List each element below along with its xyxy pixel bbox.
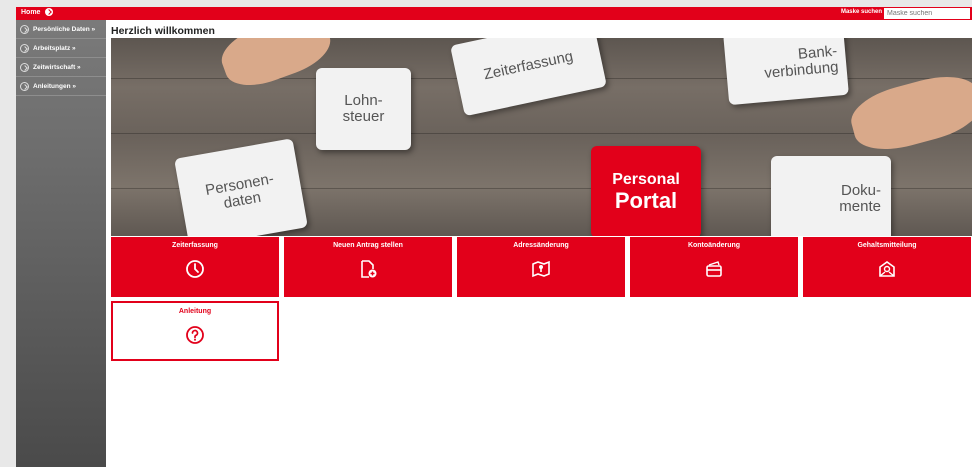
puzzle-text: Portal — [614, 187, 678, 213]
sidebar-item-anleitungen[interactable]: Anleitungen » — [16, 77, 106, 96]
chevron-circle-icon — [20, 24, 29, 34]
salary-envelope-icon — [879, 261, 895, 277]
puzzle-text: mente — [839, 197, 881, 215]
puzzle-text: Personal — [612, 170, 680, 188]
chevron-circle-icon — [20, 62, 29, 72]
hand-image — [845, 67, 972, 159]
tile-label: Neuen Antrag stellen — [333, 242, 403, 249]
home-link[interactable]: Home — [21, 8, 54, 16]
map-pin-icon — [532, 260, 550, 278]
puzzle-piece-zeiterfassung: Zeiterfassung — [450, 38, 607, 117]
tile-neuen-antrag[interactable]: Neuen Antrag stellen — [284, 237, 452, 297]
puzzle-piece-bankverbindung: Bank-verbindung — [723, 38, 849, 106]
sidebar-item-persoenliche-daten[interactable]: Persönliche Daten » — [16, 20, 106, 39]
sidebar-item-arbeitsplatz[interactable]: Arbeitsplatz » — [16, 39, 106, 58]
tile-label: Gehaltsmitteilung — [857, 242, 917, 249]
puzzle-text: verbindung — [763, 58, 840, 82]
tile-label: Zeiterfassung — [172, 242, 218, 249]
page-title: Herzlich willkommen — [111, 25, 215, 37]
puzzle-piece-personal-portal: Personal Portal — [591, 146, 701, 236]
tile-label: Adressänderung — [513, 242, 569, 249]
tile-kontoaenderung[interactable]: Kontoänderung — [630, 237, 798, 297]
top-bar: Home Maske suchen — [16, 7, 972, 20]
tile-gehaltsmitteilung[interactable]: Gehaltsmitteilung — [803, 237, 971, 297]
sidebar-item-label: Arbeitsplatz » — [33, 44, 76, 52]
main-content: Herzlich willkommen Lohn-steuer Zeiterfa… — [106, 20, 972, 467]
home-arrow-icon — [45, 8, 54, 16]
puzzle-text: Zeiterfassung — [482, 47, 575, 84]
tile-zeiterfassung[interactable]: Zeiterfassung — [111, 237, 279, 297]
help-icon — [186, 326, 204, 344]
tile-adressaenderung[interactable]: Adressänderung — [457, 237, 625, 297]
sidebar-item-zeitwirtschaft[interactable]: Zeitwirtschaft » — [16, 58, 106, 77]
sidebar-item-label: Anleitungen » — [33, 82, 76, 90]
sidebar-item-label: Persönliche Daten » — [33, 25, 96, 33]
mask-search-label: Maske suchen — [840, 9, 882, 15]
puzzle-piece-lohnsteuer: Lohn-steuer — [316, 68, 411, 150]
puzzle-text: Doku- — [840, 181, 881, 199]
puzzle-text: Lohn- — [344, 92, 383, 110]
puzzle-piece-personendaten: Personen-daten — [174, 138, 308, 236]
new-document-icon — [361, 260, 377, 278]
credit-card-icon — [706, 261, 722, 277]
welcome-banner: Lohn-steuer Zeiterfassung Bank-verbindun… — [111, 38, 972, 236]
home-label: Home — [21, 8, 41, 16]
chevron-circle-icon — [20, 81, 29, 91]
tile-anleitung[interactable]: Anleitung — [111, 301, 279, 361]
mask-search-input[interactable] — [884, 8, 970, 19]
tile-label: Anleitung — [178, 308, 212, 315]
clock-icon — [186, 260, 204, 278]
sidebar-item-label: Zeitwirtschaft » — [33, 63, 81, 71]
tile-label: Kontoänderung — [687, 242, 741, 249]
puzzle-piece-dokumente: Doku-mente — [771, 156, 891, 236]
sidebar: Persönliche Daten » Arbeitsplatz » Zeitw… — [16, 20, 106, 467]
puzzle-text: steuer — [342, 108, 385, 125]
chevron-circle-icon — [20, 43, 29, 53]
